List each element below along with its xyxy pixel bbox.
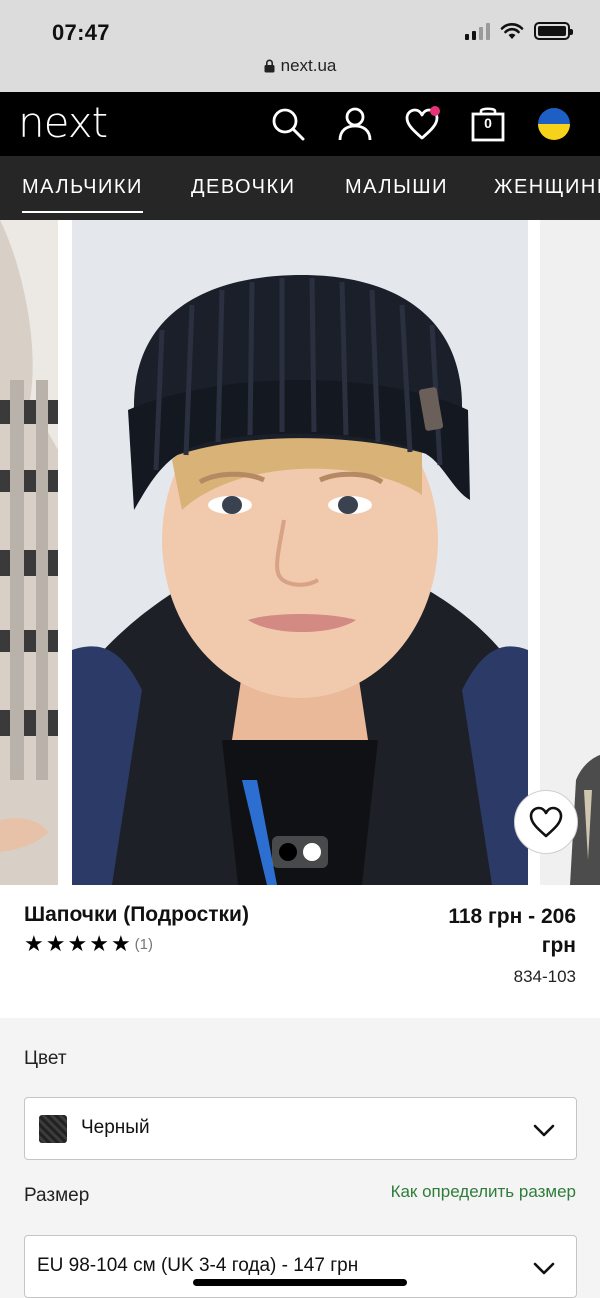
battery-icon (534, 22, 573, 40)
next-image-peek[interactable] (540, 220, 600, 885)
size-select[interactable]: EU 98-104 см (UK 3-4 года) - 147 грн (24, 1235, 577, 1298)
size-label: Размер (24, 1185, 90, 1206)
product-code: 834-103 (513, 967, 576, 986)
star-icon: ★ (45, 931, 66, 956)
pagination-dot-active[interactable] (279, 843, 297, 861)
account-icon[interactable] (337, 106, 373, 142)
size-select-value: EU 98-104 см (UK 3-4 года) - 147 грн (37, 1255, 359, 1276)
url-text: next.ua (280, 56, 337, 75)
wifi-icon (500, 23, 524, 39)
product-image-carousel[interactable] (0, 220, 600, 885)
ukraine-flag-icon[interactable] (537, 107, 571, 141)
product-title: Шапочки (Подростки) (24, 903, 249, 926)
url-bar[interactable]: next.ua (0, 56, 600, 76)
wishlist-button[interactable] (404, 106, 440, 142)
chevron-down-icon (533, 1262, 555, 1275)
next-product-image (540, 220, 600, 885)
cart-count: 0 (484, 115, 492, 131)
cart-button[interactable]: 0 (470, 106, 506, 142)
star-icon: ★ (89, 931, 109, 956)
price-line-1: 118 грн - 206 (448, 905, 576, 928)
color-label: Цвет (24, 1048, 67, 1069)
review-count[interactable]: (1) (135, 936, 153, 953)
product-rating[interactable]: ★ ★ ★ ★ ★ (1) (24, 933, 153, 955)
nav-item-babies[interactable]: МАЛЫШИ (345, 176, 448, 199)
heart-outline-icon (529, 806, 563, 838)
next-logo[interactable]: next (18, 98, 108, 147)
plaid-shirt-image (0, 220, 58, 885)
site-header: next 0 (0, 92, 600, 156)
lock-icon (264, 59, 275, 73)
pagination-dot[interactable] (303, 843, 321, 861)
status-indicators (465, 22, 573, 40)
star-icon: ★ (67, 931, 88, 956)
color-swatch (39, 1115, 67, 1143)
product-price: 118 грн - 206 грн (396, 902, 576, 960)
search-icon[interactable] (270, 106, 306, 142)
star-icon: ★ (24, 931, 44, 956)
color-select[interactable]: Черный (24, 1097, 577, 1160)
browser-top-bar: 07:47 next.ua (0, 0, 600, 92)
star-icon: ★ (110, 931, 131, 956)
nav-item-women[interactable]: ЖЕНЩИНЫ (494, 176, 600, 199)
add-to-favorites-button[interactable] (514, 790, 578, 854)
size-guide-link[interactable]: Как определить размер (391, 1182, 576, 1202)
nav-item-boys[interactable]: МАЛЬЧИКИ (22, 176, 143, 213)
price-line-2: грн (541, 934, 576, 957)
category-nav: МАЛЬЧИКИ ДЕВОЧКИ МАЛЫШИ ЖЕНЩИНЫ (0, 156, 600, 220)
previous-image-peek[interactable] (0, 220, 58, 885)
status-time: 07:47 (52, 20, 110, 45)
nav-item-girls[interactable]: ДЕВОЧКИ (191, 176, 296, 199)
chevron-down-icon (533, 1124, 555, 1137)
color-select-value: Черный (81, 1117, 150, 1138)
signal-icon (465, 22, 490, 40)
product-options: Цвет Черный Размер Как определить размер… (0, 1018, 600, 1298)
product-photo[interactable] (72, 220, 528, 885)
boy-wearing-beanie-image (72, 220, 528, 885)
wishlist-notification-dot (430, 106, 440, 116)
home-indicator (193, 1279, 407, 1286)
image-pagination (272, 836, 328, 868)
